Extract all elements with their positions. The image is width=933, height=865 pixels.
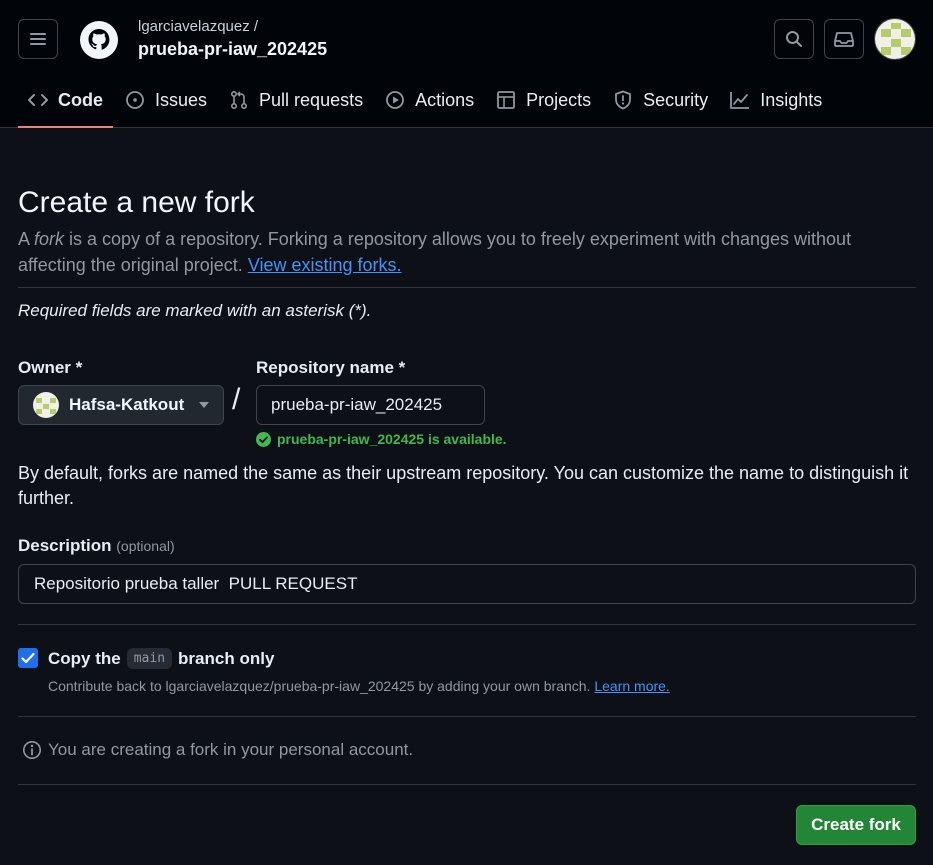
copy-main-checkbox[interactable] [18,648,38,668]
owner-avatar [33,392,59,418]
table-icon [497,91,516,109]
inbox-button[interactable] [824,19,864,59]
tab-issues[interactable]: Issues [115,80,217,120]
caret-down-icon [199,402,209,408]
code-icon [28,94,48,106]
intro-text-b: is a copy of a repository. Forking a rep… [18,229,852,275]
description-label-text: Description [18,536,112,555]
info-icon [23,741,41,759]
checkmark-icon [21,652,35,664]
owner-repo-separator: / [232,383,241,416]
intro-text-a: A [18,229,35,249]
shield-icon [615,90,632,110]
intro-text: A fork is a copy of a repository. Forkin… [18,226,916,278]
description-label: Description (optional) [18,536,175,556]
tab-code-label: Code [58,89,103,110]
divider [18,624,916,625]
tab-projects[interactable]: Projects [486,80,601,120]
copy-label-a: Copy the [48,648,121,668]
page-title: Create a new fork [18,186,255,219]
tab-projects-label: Projects [526,89,592,110]
tab-pull-requests-label: Pull requests [259,89,364,110]
tab-pull-requests[interactable]: Pull requests [219,80,373,120]
tab-insights[interactable]: Insights [720,80,832,120]
divider [18,784,916,785]
view-forks-link[interactable]: View existing forks. [248,255,402,275]
copy-hint-text: Contribute back to lgarciavelazquez/prue… [48,678,591,694]
copy-label-b: branch only [178,648,275,668]
search-button[interactable] [774,19,814,59]
tab-code[interactable]: Code [18,80,113,128]
divider [18,287,916,288]
description-optional: (optional) [116,538,175,554]
tab-actions-label: Actions [415,89,475,110]
copy-main-hint: Contribute back to lgarciavelazquez/prue… [48,678,670,694]
divider [18,716,916,717]
owner-label: Owner * [18,358,83,377]
github-logo-icon[interactable] [79,20,119,60]
graph-icon [730,92,750,109]
repo-header: lgarciavelazquez / prueba-pr-iaw_202425 [0,0,933,128]
play-icon [386,91,404,109]
tab-actions[interactable]: Actions [375,80,484,120]
hamburger-icon [30,33,46,45]
tab-insights-label: Insights [760,89,823,110]
copy-main-label[interactable]: Copy the main branch only [48,648,274,669]
default-name-note: By default, forks are named the same as … [18,463,909,508]
learn-more-link[interactable]: Learn more. [594,678,669,694]
intro-fork-word: fork [34,229,65,249]
owner-dropdown[interactable]: Hafsa-Katkout [18,385,224,425]
personal-account-note: You are creating a fork in your personal… [22,740,413,760]
required-note: Required fields are marked with an aster… [18,301,372,320]
search-icon [786,31,802,47]
owner-link[interactable]: lgarciavelazquez / [138,18,258,35]
availability-text: prueba-pr-iaw_202425 is available. [277,431,507,447]
tab-security-label: Security [643,89,709,110]
issue-icon [126,91,144,109]
create-fork-button[interactable]: Create fork [796,805,916,845]
repo-name-label: Repository name * [256,358,406,377]
branch-name-chip: main [126,648,173,669]
pull-request-icon [231,90,248,110]
owner-name: Hafsa-Katkout [69,395,185,414]
description-input[interactable] [18,564,916,604]
menu-button[interactable] [18,19,58,59]
check-circle-icon [256,431,271,447]
tab-issues-label: Issues [155,89,208,110]
user-avatar[interactable] [874,18,916,60]
repo-link[interactable]: prueba-pr-iaw_202425 [138,39,327,60]
personal-note-text: You are creating a fork in your personal… [48,740,414,759]
tab-security[interactable]: Security [603,80,718,120]
inbox-icon [834,32,854,47]
repo-nav: Code Issues Pull requests Actions Projec… [18,80,834,128]
repo-name-input[interactable] [256,385,485,425]
availability-status: prueba-pr-iaw_202425 is available. [256,431,507,447]
